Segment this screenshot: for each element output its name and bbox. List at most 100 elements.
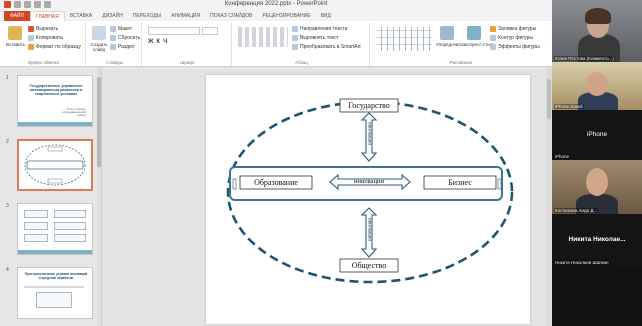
cut-button[interactable]: Вырезать [28,26,58,32]
participant-name: iPhone [554,154,571,159]
label-education: Образование [254,178,298,187]
thumbnail-box [24,210,48,218]
tab-slideshow[interactable]: ПОКАЗ СЛАЙДОВ [205,11,257,21]
thumbnail-image[interactable] [17,203,93,255]
powerpoint-window: Конференция 2022.pptx - PowerPoint ФАЙЛ … [0,0,552,326]
thumbnail-image[interactable]: Государственное управление инновационным… [17,75,93,127]
format-painter-button[interactable]: Формат по образцу [28,44,81,50]
shape-effects-button[interactable]: Эффекты фигуры [490,44,540,50]
slide-edit-area: Государство Общество Образование Бизнес … [102,67,552,326]
arrange-button[interactable]: Упорядочить [436,26,463,47]
layout-button[interactable]: Макет [110,26,132,32]
thumbnail-image-selected[interactable] [17,139,93,191]
label-innovation-top: инновации [366,121,372,146]
thumbnail-number: 1 [6,75,9,81]
thumbnail-title: Пространственные условия инноваций и сре… [24,272,88,281]
thumbnail-number: 3 [6,203,9,209]
participant-tile-3[interactable]: iPhone iPhone [552,110,642,160]
copy-button[interactable]: Копировать [28,35,63,41]
label-society: Общество [351,261,387,270]
participant-name: Костюкова Аида Д... [554,208,599,213]
reset-button[interactable]: Сбросить [110,35,140,41]
clipboard-group-label: Буфер обмена [28,60,59,65]
tab-animation[interactable]: АНИМАЦИЯ [166,11,205,21]
section-icon [110,44,116,50]
participant-tile-2[interactable]: iPhone Saveli [552,62,642,110]
shape-outline-button[interactable]: Контур фигуры [490,35,533,41]
smartart-label: Преобразовать в SmartArt [300,44,361,50]
thumbnail-footer-bar [18,122,92,126]
quick-styles-label: Экспресс-стили [462,42,495,47]
copy-label: Копировать [36,35,63,41]
participant-face [586,72,608,96]
shapes-gallery[interactable] [376,27,432,51]
arrange-label: Упорядочить [436,42,463,47]
current-slide[interactable]: Государство Общество Образование Бизнес … [206,75,530,324]
tab-insert[interactable]: ВСТАВКА [65,11,97,21]
align-text-icon [292,35,298,41]
smartart-button[interactable]: Преобразовать в SmartArt [292,44,361,50]
shape-outline-label: Контур фигуры [498,35,533,41]
quick-styles-button[interactable]: Экспресс-стили [462,26,495,47]
font-size-select[interactable] [202,27,218,35]
tab-review[interactable]: РЕЦЕНЗИРОВАНИЕ [257,11,315,21]
label-state: Государство [348,101,390,110]
text-direction-button[interactable]: Направление текста [292,26,347,32]
tab-view[interactable]: ВИД [316,11,336,21]
thumbnail-subtitle: Отчет о научно-исследовательской работе [62,108,86,117]
thumbnails-scrollbar-thumb[interactable] [97,77,101,167]
smartart-icon [292,44,298,50]
reset-label: Сбросить [118,35,141,41]
drawing-group: Упорядочить Экспресс-стили Заливка фигур… [372,23,550,66]
thumbnail-box [54,234,86,242]
font-format-buttons[interactable]: ЖКЧ [148,39,170,45]
section-button[interactable]: Раздел [110,44,135,50]
alignment-buttons[interactable] [238,27,288,47]
paragraph-group-label: Абзац [295,60,308,65]
participant-name: Никита Николаев Шапкин [554,260,610,265]
thumbnail-box [24,234,48,242]
tab-file[interactable]: ФАЙЛ [4,11,30,21]
layout-label: Макет [118,26,133,32]
paste-label: Вставить [6,42,26,47]
slide-scrollbar-thumb[interactable] [547,79,551,119]
new-slide-button[interactable]: Создать слайд [90,26,108,52]
tab-home[interactable]: ГЛАВНАЯ [29,11,65,21]
thumbnail-number: 4 [6,267,9,273]
thumbnail-image[interactable]: Пространственные условия инноваций и сре… [17,267,93,319]
font-group: ЖКЧ Шрифт [144,23,232,66]
scissors-icon [28,26,34,32]
tab-design[interactable]: ДИЗАЙН [97,11,128,21]
tab-transitions[interactable]: ПЕРЕХОДЫ [128,11,166,21]
align-text-button[interactable]: Выровнять текст [292,35,339,41]
participant-hair [585,8,611,24]
shape-effects-label: Эффекты фигуры [498,44,540,50]
arrange-icon [440,26,454,40]
label-innovation-bottom: инновации [366,217,372,242]
section-label: Раздел [118,44,135,50]
text-direction-icon [292,26,298,32]
title-bar: Конференция 2022.pptx - PowerPoint [0,0,552,11]
cut-label: Вырезать [36,26,59,32]
copy-icon [28,35,34,41]
participant-center-label: Никита Николае... [568,236,626,243]
thumbnail-box [54,210,86,218]
paste-button[interactable]: Вставить [6,26,26,47]
participant-tile-5[interactable]: Никита Николае... Никита Николаев Шапкин [552,214,642,266]
thumbnail-box [54,222,86,230]
paste-icon [8,26,22,40]
shape-fill-button[interactable]: Заливка фигуры [490,26,536,32]
label-innovation-center: инновации [354,178,384,185]
slides-group-label: Слайды [106,60,123,65]
participant-name: Юлия Пестова (Клименто...) [554,56,615,61]
align-text-label: Выровнять текст [300,35,339,41]
format-painter-label: Формат по образцу [36,44,81,50]
participant-center-label: iPhone [586,131,608,138]
font-group-label: Шрифт [180,60,195,65]
thumbnails-scrollbar[interactable] [97,67,101,326]
slide-diagram [226,98,514,284]
participant-name: iPhone Saveli [554,104,584,109]
participant-tile-1[interactable]: Юлия Пестова (Клименто...) [552,0,642,62]
font-name-select[interactable] [148,27,200,35]
participant-tile-4[interactable]: Костюкова Аида Д... [552,160,642,214]
